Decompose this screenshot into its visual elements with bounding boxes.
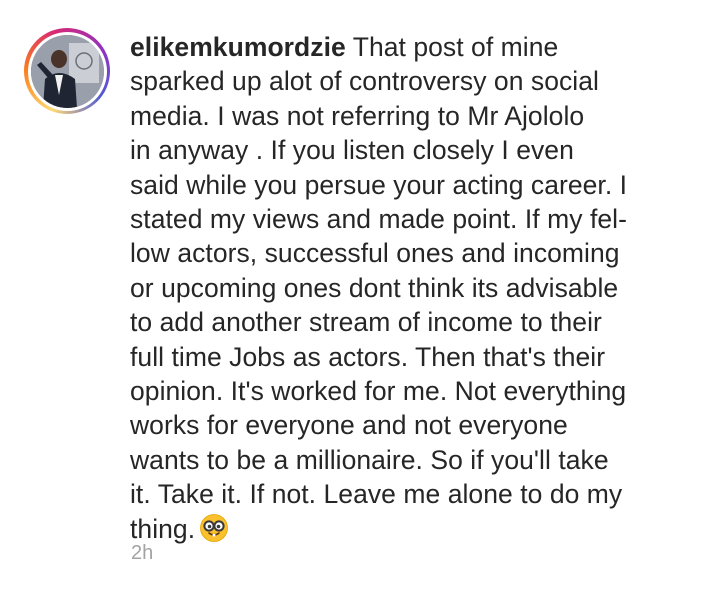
comment-line: media. I was not referring to Mr Ajololo — [130, 100, 585, 131]
comment-body: elikemkumordzie That post of mine sparke… — [130, 30, 686, 546]
comment-line: stated my views and made point. If my fe… — [130, 204, 627, 235]
comment: elikemkumordzie That post of mine sparke… — [0, 0, 720, 596]
comment-line: wants to be a millionaire. So if you'll … — [130, 444, 609, 475]
comment-line: it. Take it. If not. Leave me alone to d… — [130, 479, 623, 510]
avatar-photo-icon — [30, 34, 104, 108]
nerd-face-emoji-icon — [200, 513, 229, 542]
comment-username[interactable]: elikemkumordzie — [130, 32, 346, 62]
comment-line: works for everyone and not everyone — [130, 410, 568, 441]
comment-timestamp: 2h — [131, 542, 154, 564]
avatar-story-ring[interactable] — [24, 28, 110, 114]
avatar-ring-gap — [27, 31, 107, 111]
avatar[interactable] — [30, 34, 104, 108]
comment-line: full time Jobs as actors. Then that's th… — [130, 341, 606, 372]
comment-line: to add another stream of income to their — [130, 307, 602, 338]
comment-line-text: thing. — [130, 513, 196, 544]
comment-line: said while you persue your acting career… — [130, 169, 628, 200]
comment-line: or upcoming ones dont think its advisabl… — [130, 272, 619, 303]
comment-line: low actors, successful ones and incoming — [130, 238, 620, 269]
comment-line: sparked up alot of controversy on social — [130, 66, 599, 97]
comment-line-text: That post of mine — [352, 32, 559, 62]
comment-line: in anyway . If you listen closely I even — [130, 135, 574, 166]
comment-line: opinion. It's worked for me. Not everyth… — [130, 376, 627, 407]
comment-line: elikemkumordzie That post of mine — [130, 30, 686, 64]
comment-line: thing. — [130, 512, 686, 546]
